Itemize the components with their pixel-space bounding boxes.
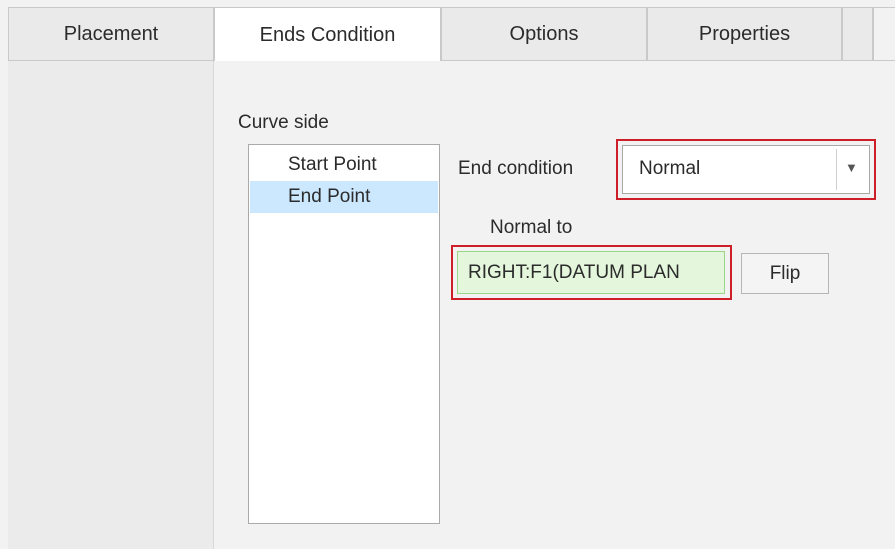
tab-overflow bbox=[842, 7, 873, 61]
curve-side-label: Curve side bbox=[238, 112, 329, 133]
tab-properties-label: Properties bbox=[698, 22, 791, 45]
normal-to-label: Normal to bbox=[490, 217, 573, 238]
dropdown-separator bbox=[836, 149, 837, 190]
tab-bar: Placement Ends Condition Options Propert… bbox=[0, 0, 895, 63]
tab-placement-label: Placement bbox=[63, 22, 159, 45]
tab-options-label: Options bbox=[509, 22, 579, 45]
chevron-down-icon[interactable]: ▼ bbox=[845, 160, 858, 175]
normal-to-reference-field[interactable]: RIGHT:F1(DATUM PLAN bbox=[457, 251, 725, 294]
end-condition-value: Normal bbox=[639, 158, 701, 179]
curve-side-list[interactable]: Start Point End Point bbox=[248, 144, 440, 524]
tab-bar-end bbox=[873, 7, 895, 61]
normal-to-reference-value: RIGHT:F1(DATUM PLAN bbox=[468, 262, 680, 283]
flip-button[interactable]: Flip bbox=[741, 253, 829, 294]
list-item-start-point[interactable]: Start Point bbox=[250, 149, 438, 181]
list-item-end-point[interactable]: End Point bbox=[250, 181, 438, 213]
end-condition-label: End condition bbox=[458, 158, 574, 179]
end-condition-dropdown[interactable]: Normal ▼ bbox=[622, 145, 870, 194]
tab-properties[interactable]: Properties bbox=[647, 7, 842, 61]
tab-ends-condition-label: Ends Condition bbox=[259, 23, 396, 46]
tab-placement[interactable]: Placement bbox=[8, 7, 214, 61]
tab-options[interactable]: Options bbox=[441, 7, 647, 61]
ends-condition-panel: Placement Ends Condition Options Propert… bbox=[0, 0, 895, 549]
left-panel bbox=[8, 61, 214, 549]
flip-button-label: Flip bbox=[769, 262, 801, 284]
tab-ends-condition[interactable]: Ends Condition bbox=[214, 7, 441, 63]
